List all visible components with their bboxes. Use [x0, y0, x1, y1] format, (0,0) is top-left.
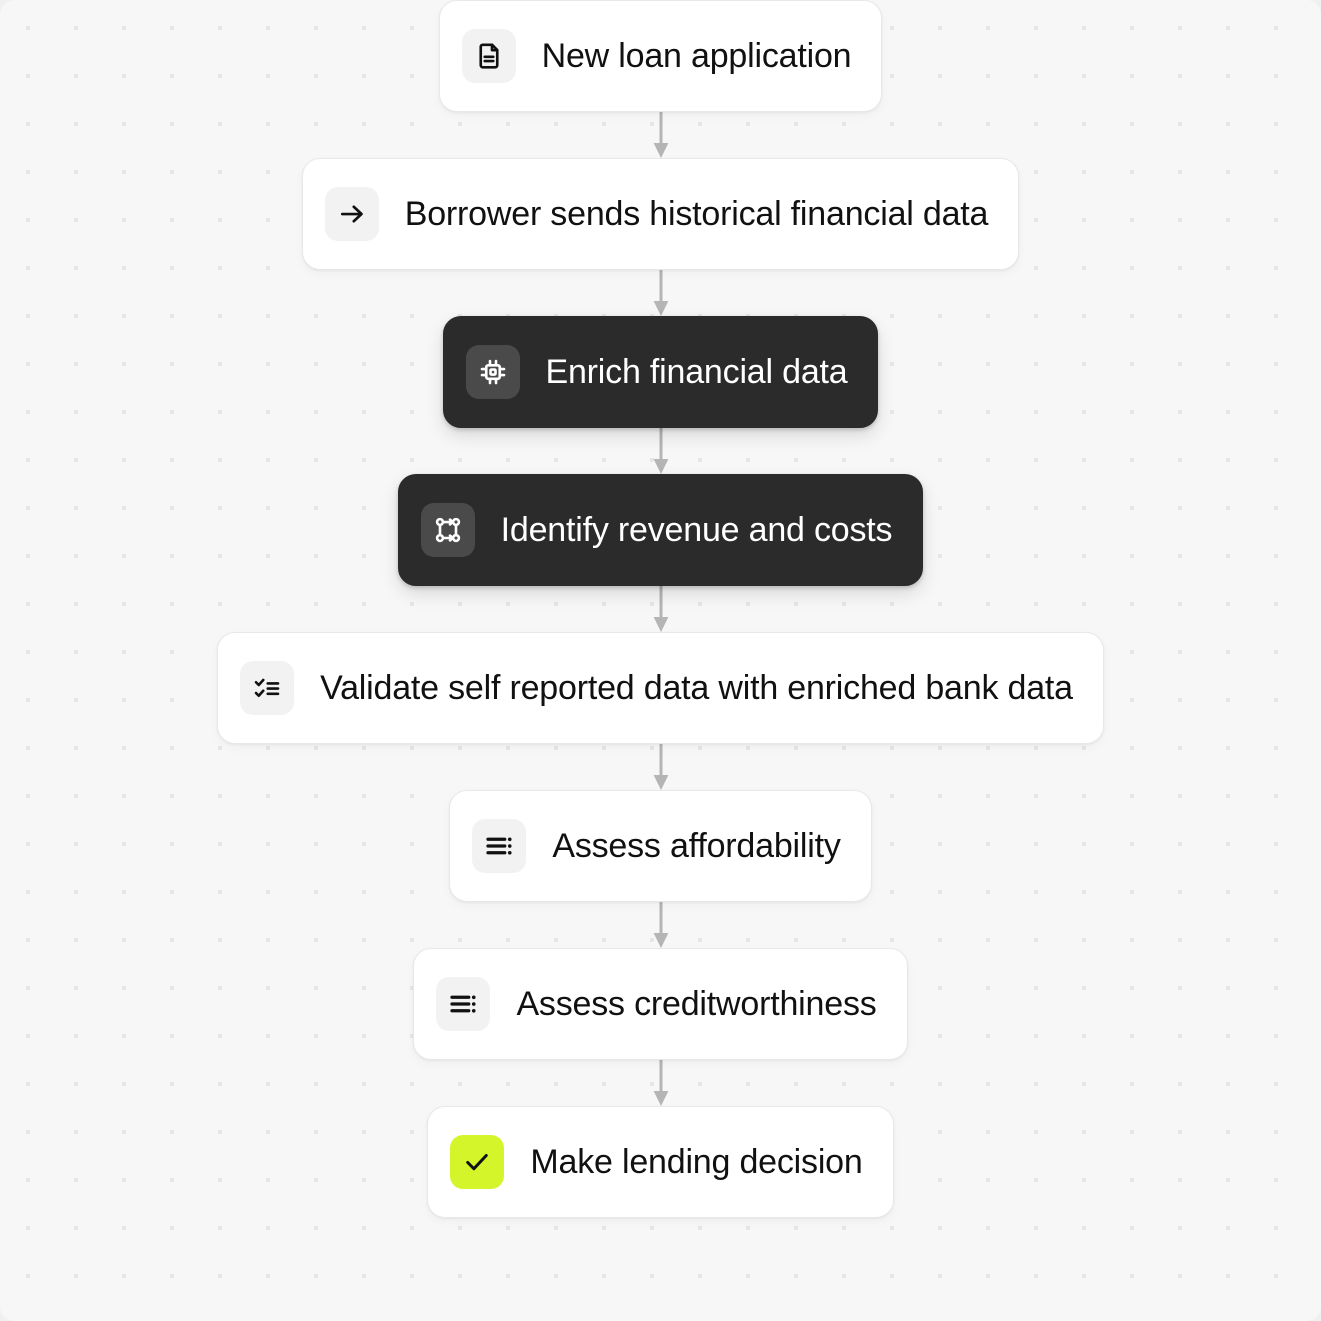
workflow-node-label: Identify revenue and costs — [500, 510, 893, 549]
workflow-node-label: New loan application — [541, 36, 852, 75]
workflow-connector-arrow — [648, 428, 674, 474]
checklist-icon — [240, 661, 295, 715]
workflow-node-label: Make lending decision — [530, 1142, 863, 1181]
workflow-connector-arrow — [648, 586, 674, 632]
arrow-right-icon — [324, 187, 379, 241]
workflow-node-new-loan-application[interactable]: New loan application — [438, 0, 883, 112]
workflow-flow: New loan application Borrower sends histo… — [0, 0, 1321, 1321]
workflow-connector-arrow — [648, 112, 674, 158]
check-icon — [450, 1135, 505, 1189]
workflow-connector-arrow — [648, 744, 674, 790]
document-icon — [461, 29, 516, 83]
list-dots-icon — [472, 819, 527, 873]
workflow-connector-arrow — [648, 902, 674, 948]
workflow-node-label: Borrower sends historical financial data — [404, 194, 989, 233]
workflow-connector-arrow — [648, 1060, 674, 1106]
workflow-node-assess-creditworthiness[interactable]: Assess creditworthiness — [413, 948, 908, 1060]
workflow-node-enrich-financial-data[interactable]: Enrich financial data — [442, 316, 879, 428]
workflow-canvas: New loan application Borrower sends histo… — [0, 0, 1321, 1321]
workflow-node-validate-self-reported-data[interactable]: Validate self reported data with enriche… — [217, 632, 1104, 744]
workflow-node-label: Assess creditworthiness — [516, 984, 877, 1023]
workflow-nodes-icon — [420, 503, 475, 557]
workflow-node-identify-revenue-and-costs[interactable]: Identify revenue and costs — [397, 474, 924, 586]
workflow-node-assess-affordability[interactable]: Assess affordability — [449, 790, 872, 902]
workflow-node-make-lending-decision[interactable]: Make lending decision — [427, 1106, 894, 1218]
workflow-node-label: Assess affordability — [552, 826, 841, 865]
workflow-node-label: Validate self reported data with enriche… — [320, 668, 1073, 707]
workflow-connector-arrow — [648, 270, 674, 316]
cpu-chip-icon — [465, 345, 520, 399]
workflow-node-label: Enrich financial data — [545, 352, 848, 391]
workflow-node-borrower-sends-data[interactable]: Borrower sends historical financial data — [301, 158, 1020, 270]
list-dots-icon — [436, 977, 491, 1031]
